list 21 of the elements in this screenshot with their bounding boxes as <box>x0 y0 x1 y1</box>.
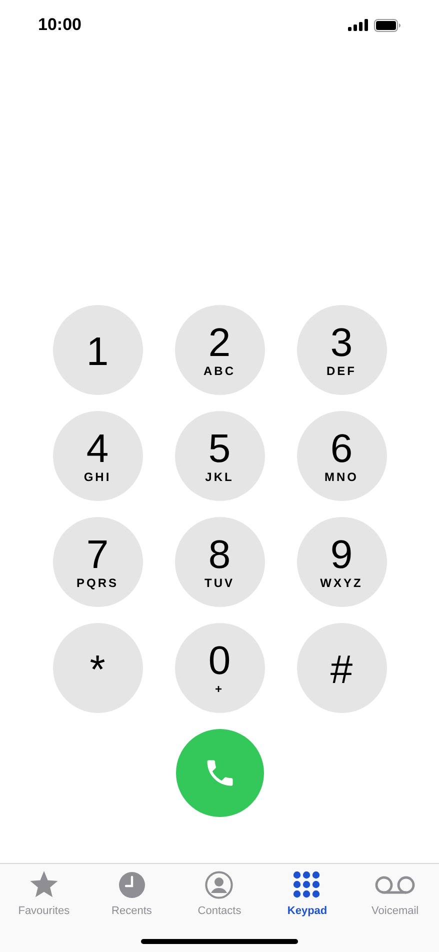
signal-icon <box>348 19 368 31</box>
keypad-key[interactable]: 1 <box>52 305 142 395</box>
contact-icon <box>205 871 234 899</box>
keypad-icon <box>293 871 322 899</box>
keypad-key[interactable]: 8 TUV <box>174 517 264 607</box>
keypad-key[interactable]: 0 + <box>174 623 264 713</box>
star-icon <box>28 871 59 899</box>
keypad-key[interactable]: 5 JKL <box>174 411 264 501</box>
keypad-key[interactable]: 7 PQRS <box>52 517 142 607</box>
keypad-key[interactable]: 4 GHI <box>52 411 142 501</box>
keypad-key[interactable]: 9 WXYZ <box>296 517 386 607</box>
status-time: 10:00 <box>38 14 82 36</box>
keypad-key[interactable]: * <box>52 623 142 713</box>
keypad-key[interactable]: 2 ABC <box>174 305 264 395</box>
battery-icon <box>374 18 401 32</box>
keypad-key[interactable]: # <box>296 623 386 713</box>
tab-bar-item[interactable]: Keypad <box>263 870 352 920</box>
keypad-key[interactable]: 6 MNO <box>296 411 386 501</box>
voicemail-icon <box>375 876 416 894</box>
clock-icon <box>118 871 146 899</box>
keypad-key[interactable]: 3 DEF <box>296 305 386 395</box>
